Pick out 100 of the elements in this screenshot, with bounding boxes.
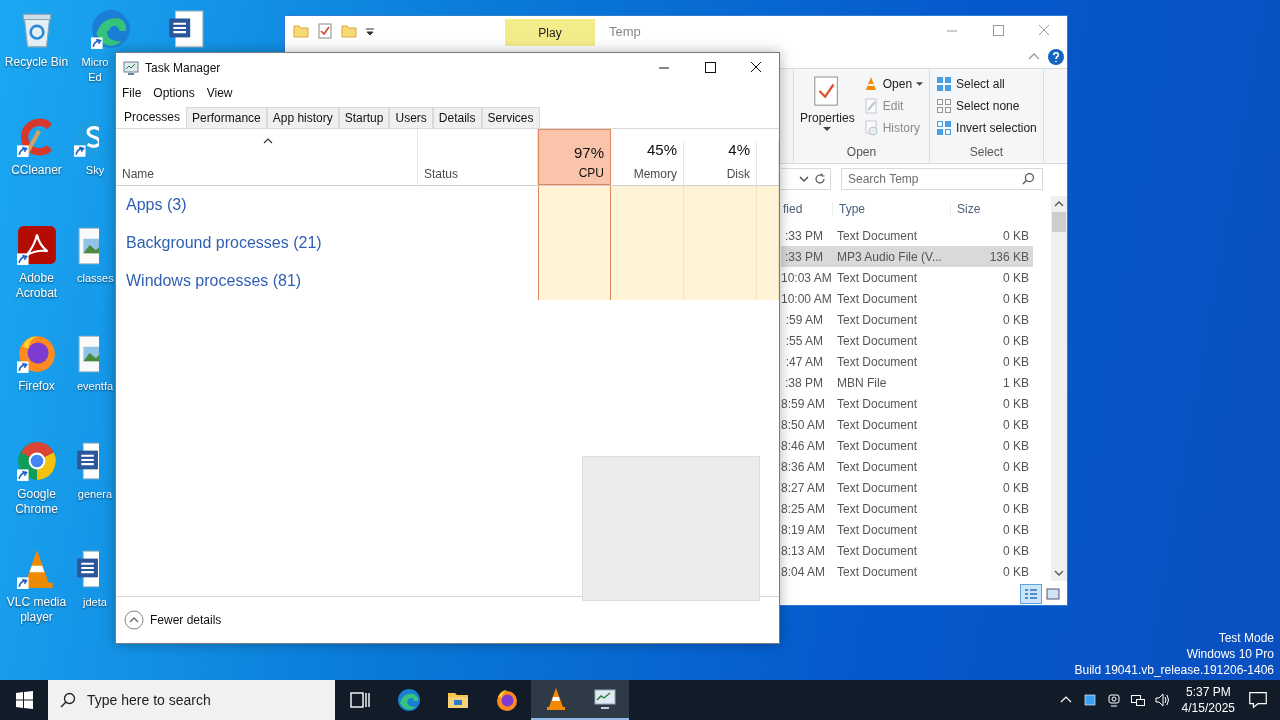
square-icon[interactable] <box>1081 692 1098 708</box>
desktop-icon-label: classes <box>77 271 113 286</box>
monitor-icon <box>592 687 617 711</box>
column-header[interactable]: Name <box>116 129 418 185</box>
process-group[interactable]: Apps (3) <box>116 196 538 214</box>
file-row[interactable]: :33 PM Text Document 0 KB <box>781 225 1033 246</box>
usage-cell <box>757 186 779 224</box>
search-field[interactable]: Search Temp <box>841 168 1043 190</box>
desktop-icon-label: Micro Ed <box>80 55 110 85</box>
column-header[interactable]: 45% Memory <box>611 141 684 185</box>
taskbar-button[interactable] <box>531 680 580 720</box>
file-row[interactable]: 10:00 AM Text Document 0 KB <box>781 288 1033 309</box>
file-row[interactable]: 8:50 AM Text Document 0 KB <box>781 414 1033 435</box>
file-row[interactable]: 8:46 AM Text Document 0 KB <box>781 435 1033 456</box>
window-title: Task Manager <box>145 60 221 75</box>
browser-icon <box>396 688 421 712</box>
browser-icon[interactable] <box>89 8 132 50</box>
grid-icon <box>936 76 953 92</box>
file-row[interactable]: 10:03 AM Text Document 0 KB <box>781 267 1033 288</box>
tab[interactable]: App history <box>266 107 339 128</box>
ribbon-button[interactable]: Select all <box>934 73 1039 95</box>
caret-icon <box>916 81 924 87</box>
menu-item[interactable]: File <box>122 86 142 100</box>
pdf-icon[interactable] <box>15 224 58 266</box>
notification-icon[interactable] <box>1247 689 1269 711</box>
desktop-icon-label: Recycle Bin <box>3 55 70 70</box>
desktop-icon-label: Adobe Acrobat <box>14 271 59 301</box>
grid-icon <box>936 120 953 136</box>
properties-icon[interactable] <box>317 23 333 39</box>
browser-icon <box>494 688 519 712</box>
desktop-icon-label: genera <box>77 487 113 502</box>
empty-grid-icon <box>936 98 953 114</box>
ribbon-button[interactable]: Open <box>860 73 926 95</box>
clock-page-icon <box>862 120 879 136</box>
monitor-icon <box>123 59 139 76</box>
help-icon[interactable] <box>1048 49 1064 65</box>
window-title: Temp <box>609 23 641 39</box>
search-icon[interactable] <box>1022 172 1035 185</box>
desktop-info-text: Windows 10 Pro <box>1186 646 1274 662</box>
browser-icon[interactable] <box>15 440 58 482</box>
usage-cell <box>757 262 779 300</box>
taskbar-search-field[interactable]: Type here to search <box>48 680 335 720</box>
scroll-down-icon[interactable] <box>1054 568 1064 578</box>
dropdown-icon[interactable] <box>798 173 810 185</box>
column-header[interactable]: Size <box>951 202 1033 216</box>
contextual-tab-header[interactable]: Play <box>505 19 595 46</box>
file-row[interactable]: 8:27 AM Text Document 0 KB <box>781 477 1033 498</box>
collapse-icon <box>124 610 144 630</box>
file-row[interactable]: 8:19 AM Text Document 0 KB <box>781 519 1033 540</box>
thumbnail-view-icon[interactable] <box>1043 585 1063 603</box>
clock[interactable]: 5:37 PM 4/15/2025 <box>1181 684 1235 716</box>
properties-button[interactable]: Properties <box>798 73 857 145</box>
menu-item[interactable]: Options <box>153 86 195 100</box>
column-header[interactable]: 97% CPU <box>538 129 611 185</box>
ribbon-button[interactable]: Select none <box>934 95 1039 117</box>
refresh-icon[interactable] <box>814 173 826 185</box>
tab[interactable]: Performance <box>186 107 267 128</box>
pencil-page-icon <box>862 98 879 114</box>
process-group[interactable]: Background processes (21) <box>116 234 538 252</box>
file-row[interactable]: 8:13 AM Text Document 0 KB <box>781 540 1033 561</box>
file-row[interactable]: 8:59 AM Text Document 0 KB <box>781 393 1033 414</box>
ribbon-button[interactable]: Invert selection <box>934 117 1039 139</box>
file-row[interactable]: :47 AM Text Document 0 KB <box>781 351 1033 372</box>
desktop-icon-label: Sky <box>84 163 106 178</box>
chat-icon[interactable] <box>73 116 99 158</box>
address-bar[interactable] <box>781 168 831 190</box>
scrollbar[interactable] <box>1051 196 1067 581</box>
caret-icon <box>823 127 832 132</box>
device-icon[interactable] <box>1105 692 1122 708</box>
tab[interactable]: Users <box>389 107 433 128</box>
desktop-info-text: Test Mode <box>1218 630 1274 646</box>
tab[interactable]: Services <box>481 107 540 128</box>
file-row[interactable]: 8:04 AM Text Document 0 KB <box>781 561 1033 582</box>
ribbon-group-label: Open <box>845 145 878 161</box>
desktop-icon-label: VLC media player <box>5 595 68 625</box>
network-icon[interactable] <box>1129 692 1146 708</box>
column-header[interactable]: 4% Disk <box>684 141 757 185</box>
desktop-icon-label: jdeta <box>81 595 108 610</box>
file-row[interactable]: 8:36 AM Text Document 0 KB <box>781 456 1033 477</box>
desktop-info-text: Build 19041.vb_release.191206-1406 <box>1074 662 1274 678</box>
process-group[interactable]: Windows processes (81) <box>116 272 538 290</box>
fewer-details-button[interactable]: Fewer details <box>122 608 224 632</box>
details-view-icon[interactable] <box>1021 585 1041 603</box>
desktop-icon-label: eventfa <box>77 379 113 394</box>
file-row[interactable]: :59 AM Text Document 0 KB <box>781 309 1033 330</box>
column-header[interactable]: Type <box>833 202 951 216</box>
file-row[interactable]: :33 PM MP3 Audio File (V... 136 KB <box>781 246 1033 267</box>
file-row[interactable]: :55 AM Text Document 0 KB <box>781 330 1033 351</box>
tab[interactable]: Startup <box>338 107 390 128</box>
file-row[interactable]: 8:25 AM Text Document 0 KB <box>781 498 1033 519</box>
column-header[interactable]: fied <box>781 202 833 216</box>
ribbon-group-label: Select <box>968 145 1005 161</box>
file-row[interactable]: :38 PM MBN File 1 KB <box>781 372 1033 393</box>
scroll-up-icon[interactable] <box>1054 199 1064 209</box>
taskbar-button[interactable] <box>580 680 629 720</box>
tab[interactable]: Details <box>432 107 482 128</box>
desktop-icon-label: Google Chrome <box>14 487 59 517</box>
menu-item[interactable]: View <box>206 86 233 100</box>
speaker-icon[interactable] <box>1153 692 1170 708</box>
scroll-thumb[interactable] <box>1052 212 1066 232</box>
